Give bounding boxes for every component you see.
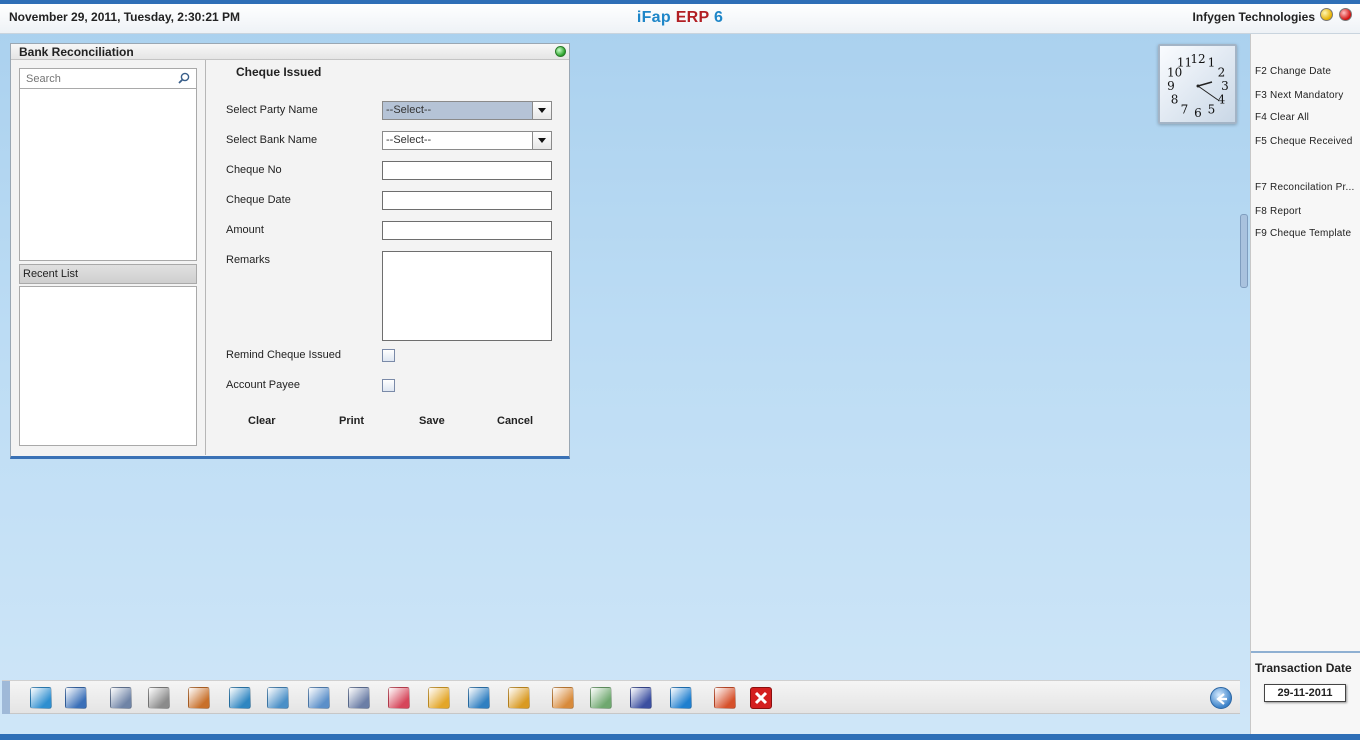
cheque-no-input[interactable] (382, 161, 552, 180)
transaction-date-value[interactable]: 29-11-2011 (1264, 684, 1346, 702)
chevron-down-icon[interactable] (532, 132, 551, 149)
taskbar (2, 680, 1240, 714)
brand-ifap: iFap (636, 9, 671, 26)
minimize-icon[interactable] (1320, 8, 1333, 21)
transaction-date-label: Transaction Date (1255, 661, 1352, 675)
bank-name-selected: --Select-- (386, 134, 432, 146)
remarks-label: Remarks (226, 254, 271, 266)
cheque-date-input[interactable] (382, 191, 552, 210)
document-icon[interactable] (348, 687, 370, 709)
save-disk-icon[interactable] (630, 687, 652, 709)
remind-cheque-checkbox[interactable] (382, 349, 395, 362)
bank-name-select[interactable]: --Select-- (382, 131, 552, 150)
shortcut-cheque-template[interactable]: F9 Cheque Template (1255, 228, 1351, 239)
save-button[interactable]: Save (419, 415, 445, 427)
shortcut-cheque-received[interactable]: F5 Cheque Received (1255, 136, 1353, 147)
calendar-icon[interactable] (714, 687, 736, 709)
bottom-status-bar (0, 734, 1360, 740)
window-title: Bank Reconciliation (11, 44, 569, 60)
puzzle-icon[interactable] (468, 687, 490, 709)
bank-reconciliation-window: Bank Reconciliation Recent List Cheque I… (10, 43, 570, 459)
shortcut-next-mandatory[interactable]: F3 Next Mandatory (1255, 90, 1343, 101)
recent-list-header: Recent List (19, 264, 197, 284)
books-icon[interactable] (188, 687, 210, 709)
user-icon[interactable] (65, 687, 87, 709)
brand-version: 6 (713, 9, 724, 26)
print-button[interactable]: Print (339, 415, 364, 427)
search-box (19, 68, 197, 89)
clock-numeral: 1 (1208, 56, 1216, 70)
company-name: Infygen Technologies (1192, 10, 1315, 24)
clock-numeral: 6 (1194, 106, 1202, 120)
shortcut-clear-all[interactable]: F4 Clear All (1255, 112, 1309, 123)
clock-numeral: 12 (1190, 52, 1205, 66)
shortcut-change-date[interactable]: F2 Change Date (1255, 66, 1331, 77)
party-name-selected: --Select-- (383, 102, 533, 119)
cheque-issued-form: Cheque Issued Select Party Name --Select… (207, 60, 569, 455)
wall-clock: 12 1 2 3 4 5 6 7 8 9 10 11 (1158, 44, 1237, 124)
remind-cheque-label: Remind Cheque Issued (226, 349, 341, 361)
brand-erp: ERP (675, 9, 710, 26)
folder-tree-icon[interactable] (428, 687, 450, 709)
clock-numeral: 11 (1177, 56, 1192, 70)
search-icon[interactable] (178, 72, 190, 84)
divider (1251, 651, 1360, 653)
shortcut-report[interactable]: F8 Report (1255, 206, 1301, 217)
app-brand: iFap ERP 6 (0, 9, 1360, 27)
panel-collapse-handle[interactable] (1240, 214, 1248, 288)
cart-icon[interactable] (229, 687, 251, 709)
shortcut-panel: F2 Change Date F3 Next Mandatory F4 Clea… (1250, 34, 1360, 740)
exit-icon[interactable] (750, 687, 772, 709)
cheque-date-label: Cheque Date (226, 194, 291, 206)
inventory-icon[interactable] (30, 687, 52, 709)
recent-list[interactable] (19, 286, 197, 446)
clock-numeral: 2 (1218, 66, 1226, 80)
clock-numeral: 4 (1218, 93, 1226, 107)
amount-input[interactable] (382, 221, 552, 240)
taskbar-handle[interactable] (2, 681, 10, 714)
account-payee-label: Account Payee (226, 379, 300, 391)
clock-numeral: 5 (1208, 102, 1216, 116)
search-results-list[interactable] (19, 89, 197, 261)
employees-icon[interactable] (110, 687, 132, 709)
clock-numeral: 7 (1181, 102, 1189, 116)
cheque-no-label: Cheque No (226, 164, 282, 176)
network-icon[interactable] (148, 687, 170, 709)
coins-icon[interactable] (552, 687, 574, 709)
clock-numeral: 9 (1167, 79, 1175, 93)
left-panel: Recent List (11, 60, 206, 455)
party-name-label: Select Party Name (226, 104, 318, 116)
clear-button[interactable]: Clear (248, 415, 276, 427)
spreadsheet-icon[interactable] (590, 687, 612, 709)
clock-numeral: 3 (1221, 79, 1229, 93)
chart-icon[interactable] (388, 687, 410, 709)
window-icon[interactable] (308, 687, 330, 709)
form-title: Cheque Issued (236, 65, 322, 79)
clock-face-icon: 12 1234567891011 (1167, 52, 1229, 120)
bank-name-label: Select Bank Name (226, 134, 318, 146)
party-name-select[interactable]: --Select-- (382, 101, 552, 120)
back-arrow-icon[interactable] (1210, 687, 1232, 709)
clock-numeral: 8 (1171, 93, 1179, 107)
close-app-icon[interactable] (1339, 8, 1352, 21)
box-icon[interactable] (508, 687, 530, 709)
window-status-icon[interactable] (555, 46, 566, 57)
settings-icon[interactable] (670, 687, 692, 709)
shortcut-reconciliation[interactable]: F7 Reconcilation Pr... (1255, 182, 1354, 193)
search-input[interactable] (20, 69, 170, 88)
chevron-down-icon[interactable] (532, 102, 551, 119)
cancel-button[interactable]: Cancel (497, 415, 533, 427)
remarks-textarea[interactable] (382, 251, 552, 341)
app-header: November 29, 2011, Tuesday, 2:30:21 PM i… (0, 4, 1360, 34)
amount-label: Amount (226, 224, 264, 236)
transfer-icon[interactable] (267, 687, 289, 709)
account-payee-checkbox[interactable] (382, 379, 395, 392)
